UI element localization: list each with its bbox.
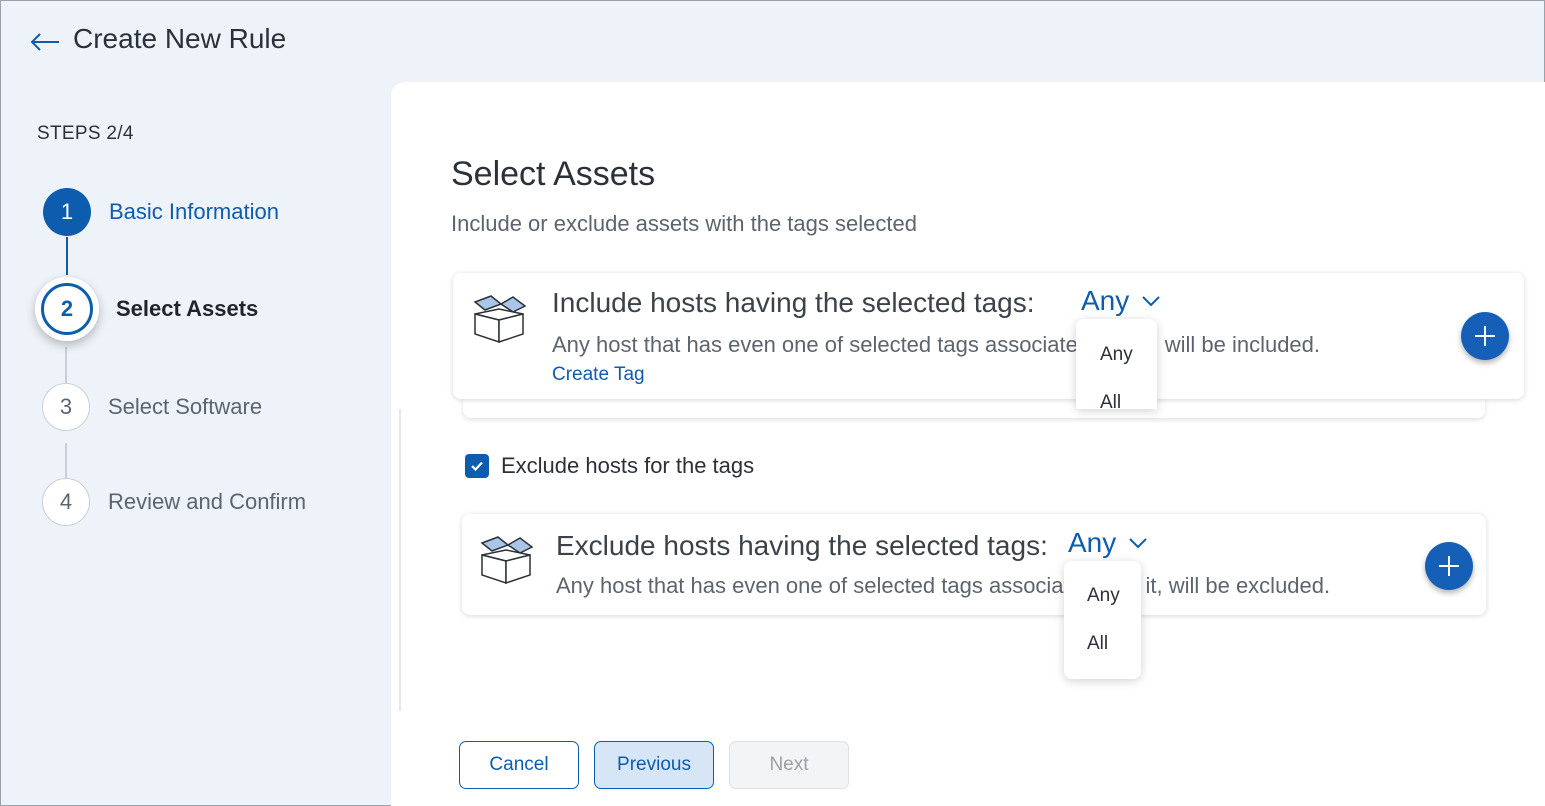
step-connector (66, 237, 68, 275)
dropdown-option-any[interactable]: Any (1076, 344, 1157, 366)
checkmark-icon (471, 461, 483, 472)
next-button[interactable]: Next (729, 741, 849, 789)
exclude-match-dropdown: Any All (1064, 561, 1141, 679)
exclude-checkbox[interactable] (465, 454, 489, 478)
exclude-match-select[interactable]: Any (1068, 527, 1148, 559)
exclude-card-description: Any host that has even one of selected t… (556, 573, 1331, 598)
plus-icon (1475, 326, 1495, 346)
exclude-checkbox-label: Exclude hosts for the tags (501, 453, 755, 478)
box-icon (473, 295, 527, 344)
exclude-add-button[interactable] (1425, 542, 1473, 590)
step-number: 2 (41, 283, 93, 335)
plus-icon (1439, 556, 1459, 576)
exclude-match-value: Any (1068, 527, 1117, 558)
step-basic-information[interactable]: 1 Basic Information (43, 188, 279, 236)
include-match-value: Any (1081, 285, 1130, 316)
dropdown-option-all[interactable]: All (1076, 392, 1157, 414)
cancel-button[interactable]: Cancel (459, 741, 579, 789)
step-label: Basic Information (109, 199, 279, 224)
page-title: Create New Rule (73, 23, 287, 54)
include-add-button[interactable] (1461, 312, 1509, 360)
step-label: Select Software (108, 394, 263, 419)
chevron-down-icon (1142, 296, 1160, 307)
create-tag-link[interactable]: Create Tag (552, 364, 645, 386)
step-label: Review and Confirm (108, 489, 307, 514)
include-card-tag-area (463, 396, 1485, 418)
step-review-and-confirm[interactable]: 4 Review and Confirm (42, 478, 306, 526)
step-connector (65, 347, 67, 383)
divider (399, 409, 401, 711)
section-title: Select Assets (451, 155, 656, 193)
box-icon (480, 536, 534, 585)
back-arrow-icon[interactable] (29, 29, 61, 55)
step-number: 4 (42, 478, 90, 526)
step-label: Select Assets (116, 296, 259, 321)
step-select-assets[interactable]: 2 Select Assets (41, 283, 258, 335)
step-connector (65, 443, 67, 479)
top-header: Create New Rule (1, 1, 1545, 81)
exclude-card-title: Exclude hosts having the selected tags: (556, 530, 1048, 561)
steps-counter: STEPS 2/4 (37, 123, 134, 144)
section-subtitle: Include or exclude assets with the tags … (451, 211, 917, 236)
step-number: 3 (42, 383, 90, 431)
include-match-dropdown: Any All (1076, 319, 1157, 413)
include-match-select[interactable]: Any (1081, 285, 1161, 317)
include-card-title: Include hosts having the selected tags: (552, 287, 1035, 318)
include-card-description: Any host that has even one of selected t… (552, 332, 1321, 357)
step-select-software[interactable]: 3 Select Software (42, 383, 262, 431)
previous-button[interactable]: Previous (594, 741, 714, 789)
dropdown-option-all[interactable]: All (1064, 633, 1141, 655)
step-number: 1 (43, 188, 91, 236)
dropdown-option-any[interactable]: Any (1064, 585, 1141, 607)
chevron-down-icon (1129, 538, 1147, 549)
